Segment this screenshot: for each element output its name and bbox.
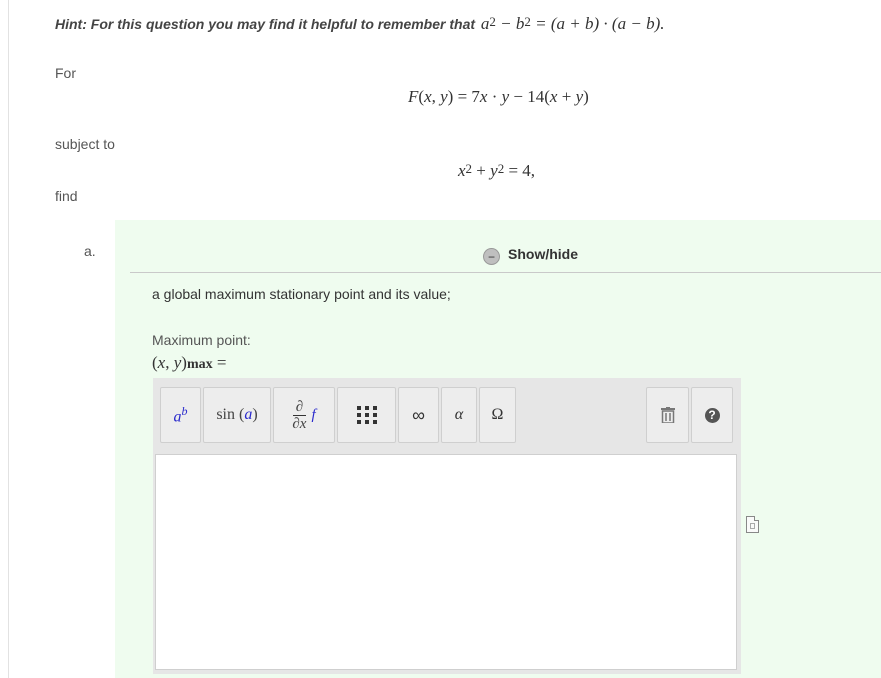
trash-button[interactable] — [646, 387, 689, 443]
label-subject-to: subject to — [55, 136, 115, 152]
help-icon: ? — [704, 407, 720, 423]
hint-formula: a2 − b2 = (a + b) · (a − b) — [480, 14, 661, 33]
symbol-button[interactable]: Ω — [479, 387, 516, 443]
answer-input[interactable] — [155, 454, 737, 670]
answer-expression: (x, y)max = — [152, 353, 227, 372]
document-icon[interactable] — [746, 516, 759, 533]
hint: Hint: For this question you may find it … — [55, 14, 665, 34]
trash-icon — [660, 407, 675, 423]
derivative-button[interactable]: ∂ ∂x f — [273, 387, 335, 443]
hint-end: . — [660, 14, 665, 33]
infinity-button[interactable]: ∞ — [398, 387, 439, 443]
symbol-icon: Ω — [491, 406, 504, 423]
show-hide-label: Show/hide — [508, 245, 578, 262]
answer-label: Maximum point: — [152, 332, 251, 348]
answer-subscript: max — [186, 357, 213, 372]
greek-icon: α — [454, 406, 464, 423]
derivative-icon: ∂ ∂x f — [292, 398, 316, 432]
matrix-icon — [356, 406, 377, 424]
constraint-equation: x2 + y2 = 4, — [458, 161, 536, 180]
show-hide-toggle[interactable]: − Show/hide — [483, 242, 578, 265]
part-letter: a. — [84, 243, 96, 259]
matrix-button[interactable] — [337, 387, 396, 443]
hint-text: Hint: For this question you may find it … — [55, 16, 476, 32]
function-equation: F(x, y) = 7x · y − 14(x + y) — [408, 87, 589, 106]
math-editor: ab sin (a) ∂ ∂x f ∞ α Ω ? — [153, 378, 741, 674]
greek-button[interactable]: α — [441, 387, 477, 443]
trig-button[interactable]: sin (a) — [203, 387, 271, 443]
left-border — [8, 0, 9, 678]
label-for: For — [55, 65, 76, 81]
question-text: a global maximum stationary point and it… — [152, 286, 451, 302]
help-button[interactable]: ? — [691, 387, 733, 443]
trig-icon: sin (a) — [216, 406, 258, 423]
panel-divider — [130, 272, 881, 273]
minus-icon: − — [483, 248, 500, 265]
answer-equals: = — [216, 353, 227, 372]
power-button[interactable]: ab — [160, 387, 201, 443]
label-find: find — [55, 188, 78, 204]
infinity-icon: ∞ — [412, 404, 425, 425]
power-icon: ab — [173, 403, 188, 426]
